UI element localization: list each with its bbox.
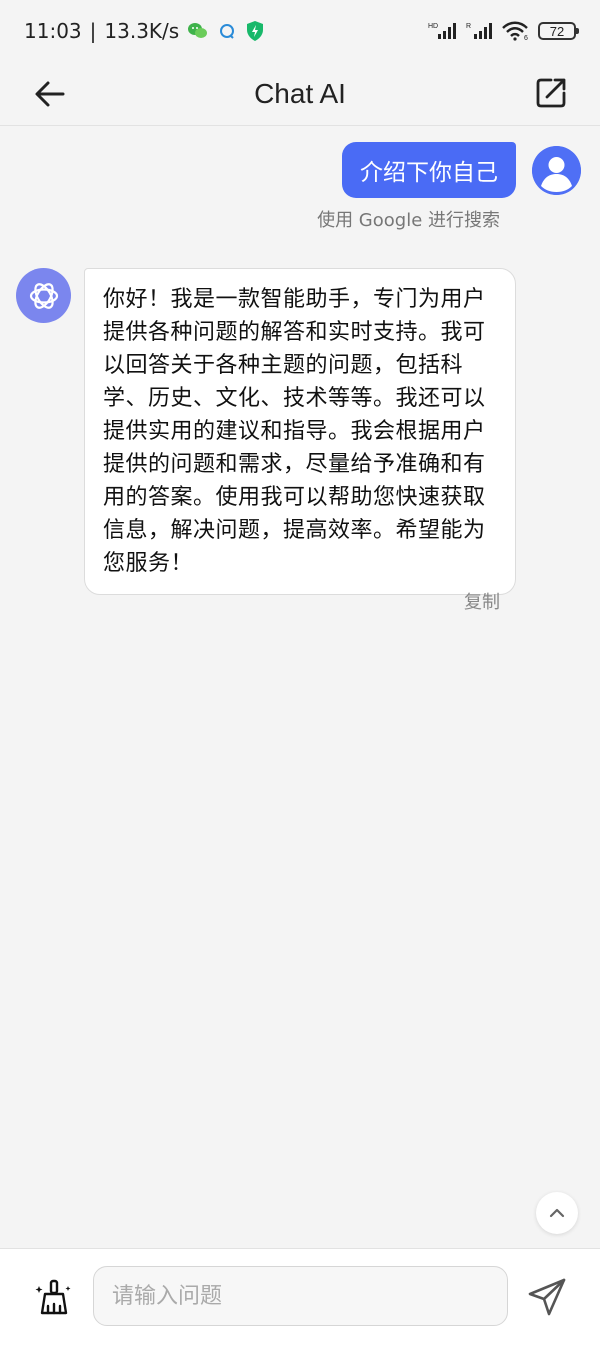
clear-chat-button[interactable] (34, 1277, 74, 1317)
shield-icon (245, 20, 265, 42)
chevron-up-icon (549, 1208, 565, 1218)
user-avatar-icon (532, 146, 581, 195)
status-separator: | (89, 19, 97, 43)
wifi-icon: 6 (502, 21, 530, 41)
wechat-icon (187, 21, 209, 41)
battery-indicator: 72 (538, 22, 579, 40)
roaming-label: R (466, 23, 471, 30)
wifi-label: 6 (524, 35, 528, 41)
bot-avatar (16, 268, 71, 323)
send-button[interactable] (527, 1277, 567, 1317)
input-bar (0, 1248, 600, 1348)
status-bar: 11:03 | 13.3K/s HD R 6 72 (0, 0, 600, 62)
arrow-left-icon (35, 81, 65, 107)
status-right: HD R 6 72 (428, 21, 579, 41)
question-input[interactable] (93, 1266, 508, 1326)
page-title: Chat AI (254, 77, 346, 109)
user-message-text: 介绍下你自己 (360, 160, 498, 186)
bot-message-text: 你好！我是一款智能助手，专门为用户提供各种问题的解答和实时支持。我可以回答关于各… (103, 287, 486, 576)
user-avatar[interactable] (532, 146, 581, 195)
bot-message-bubble[interactable]: 你好！我是一款智能助手，专门为用户提供各种问题的解答和实时支持。我可以回答关于各… (84, 268, 516, 595)
openai-logo-icon (29, 282, 58, 309)
chat-bubble-icon (217, 21, 237, 41)
share-button[interactable] (534, 76, 568, 110)
share-external-icon (536, 78, 566, 108)
user-message-bubble[interactable]: 介绍下你自己 (342, 142, 516, 198)
status-left: 11:03 | 13.3K/s (24, 19, 265, 43)
app-header: Chat AI (0, 62, 600, 126)
broom-icon (35, 1279, 71, 1315)
signal-hd-icon: HD (428, 21, 458, 41)
hd-label: HD (428, 23, 438, 30)
copy-button[interactable]: 复制 (464, 588, 500, 614)
battery-level: 72 (549, 23, 565, 39)
signal-roaming-icon: R (466, 21, 494, 41)
send-icon (528, 1278, 566, 1316)
status-time: 11:03 (24, 19, 82, 43)
screen: 11:03 | 13.3K/s HD R 6 72 Chat AI 介绍下你自己… (0, 0, 600, 1348)
google-search-link[interactable]: 使用 Google 进行搜索 (317, 206, 500, 232)
chat-area[interactable]: 介绍下你自己 使用 Google 进行搜索 你好！我是一款智能助手，专门为用户提… (0, 126, 600, 1248)
back-button[interactable] (32, 76, 68, 112)
network-speed: 13.3K/s (104, 19, 180, 43)
scroll-top-button[interactable] (536, 1192, 578, 1234)
